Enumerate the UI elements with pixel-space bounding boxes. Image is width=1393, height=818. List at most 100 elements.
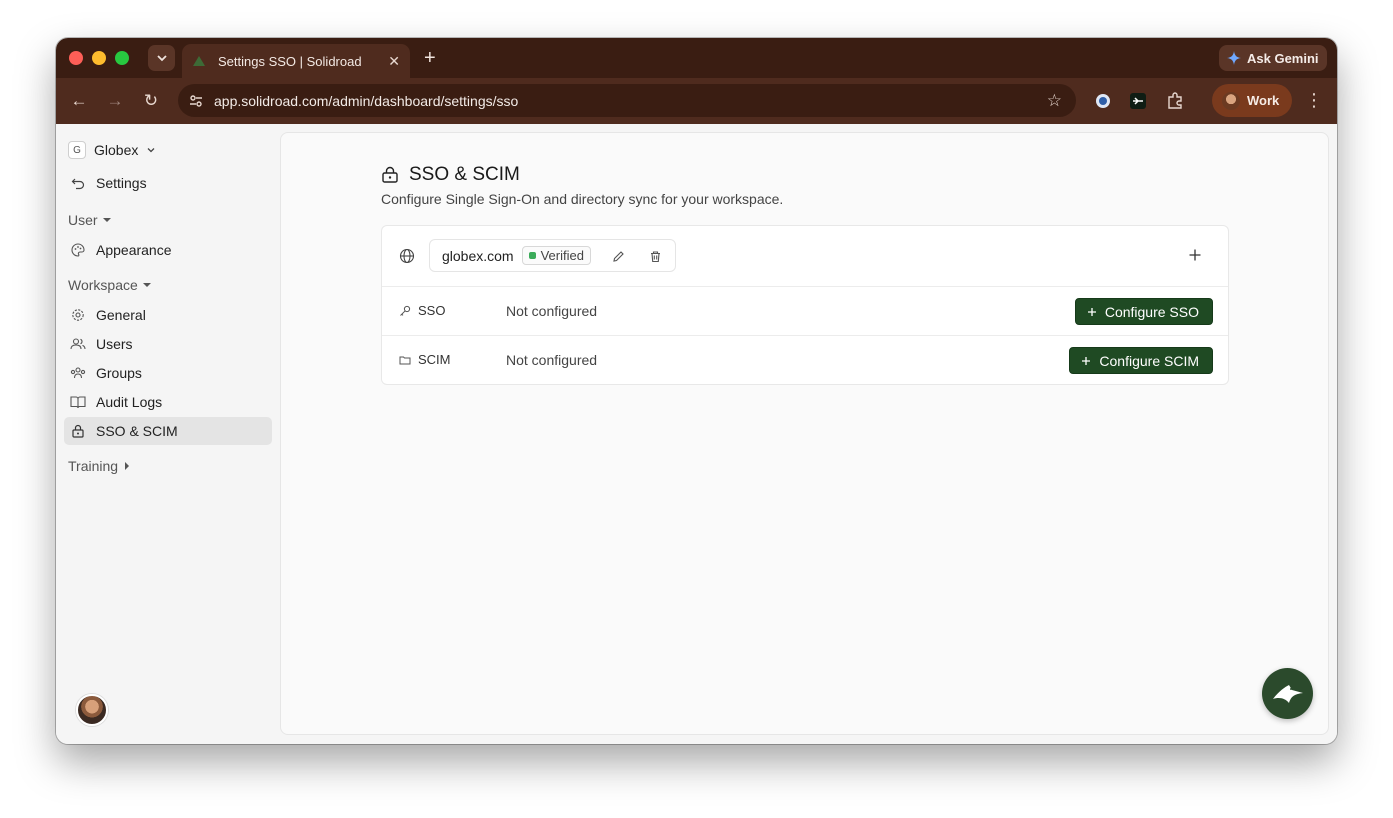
edit-domain-button[interactable] <box>610 248 626 264</box>
sso-label-group: SSO <box>399 303 445 318</box>
add-domain-button[interactable] <box>1188 246 1202 266</box>
scim-row: SCIM Not configured Configure SCIM <box>382 336 1228 385</box>
address-bar[interactable]: app.solidroad.com/admin/dashboard/settin… <box>178 84 1076 117</box>
configure-sso-label: Configure SSO <box>1104 303 1199 320</box>
tab-title: Settings SSO | Solidroad <box>218 53 362 69</box>
sso-status: Not configured <box>506 303 598 319</box>
browser-window: Settings SSO | Solidroad ✕ + Ask Gemini … <box>56 38 1337 744</box>
sidebar-item-appearance[interactable]: Appearance <box>64 236 272 264</box>
workspace-section-label: Workspace <box>68 277 138 293</box>
sso-scim-label: SSO & SCIM <box>96 423 178 439</box>
configure-scim-label: Configure SCIM <box>1099 352 1199 369</box>
profile-button[interactable]: Work <box>1212 84 1292 117</box>
plus-icon <box>1189 249 1201 261</box>
url-text: app.solidroad.com/admin/dashboard/settin… <box>214 92 519 109</box>
trash-icon <box>650 250 660 262</box>
site-settings-icon[interactable] <box>188 93 204 109</box>
workspace-name: Globex <box>94 142 139 158</box>
workspace-badge: G <box>68 141 86 159</box>
globe-icon <box>399 248 415 264</box>
lock-icon <box>70 423 86 439</box>
key-icon <box>400 305 411 316</box>
page-title: SSO & SCIM <box>381 164 520 186</box>
back-label: Settings <box>96 175 147 191</box>
configure-sso-button[interactable]: Configure SSO <box>1074 298 1213 325</box>
delete-domain-button[interactable] <box>647 248 663 264</box>
workspace-switcher[interactable]: G Globex <box>68 141 156 159</box>
reload-icon[interactable]: ↻ <box>141 91 161 111</box>
caret-right-icon <box>125 462 130 470</box>
page-title-text: SSO & SCIM <box>409 164 520 185</box>
domain-chip: globex.com Verified <box>429 239 676 272</box>
tab-search-button[interactable] <box>148 45 175 71</box>
tab-strip: Settings SSO | Solidroad ✕ + Ask Gemini <box>56 38 1337 78</box>
profile-avatar <box>1222 91 1240 110</box>
pencil-icon <box>612 250 624 262</box>
sidebar: G Globex Settings User Appearance Worksp… <box>56 124 280 744</box>
configure-scim-button[interactable]: Configure SCIM <box>1069 347 1213 374</box>
verified-label: Verified <box>540 248 584 263</box>
solidroad-bird-icon <box>1272 684 1303 703</box>
plus-icon <box>1082 356 1091 365</box>
caret-down-icon <box>142 283 151 287</box>
folder-icon <box>399 356 411 364</box>
appearance-label: Appearance <box>96 242 172 258</box>
close-window-button[interactable] <box>69 51 83 65</box>
sidebar-item-audit-logs[interactable]: Audit Logs <box>64 388 272 416</box>
lock-icon <box>382 166 398 183</box>
domain-row: globex.com Verified <box>382 226 1228 287</box>
extension-icon[interactable] <box>1127 90 1149 112</box>
groups-label: Groups <box>96 365 142 381</box>
chevron-down-icon <box>147 148 155 153</box>
sidebar-item-sso-scim[interactable]: SSO & SCIM <box>64 417 272 445</box>
audit-logs-label: Audit Logs <box>96 394 163 410</box>
maximize-window-button[interactable] <box>115 51 129 65</box>
profile-label: Work <box>1247 93 1280 108</box>
main-panel: SSO & SCIM Configure Single Sign-On and … <box>280 132 1329 735</box>
groups-icon <box>70 365 86 381</box>
user-avatar[interactable] <box>76 694 108 726</box>
sso-settings-card: globex.com Verified SSO Not configured C… <box>381 225 1229 385</box>
user-section-label: User <box>68 212 98 228</box>
new-tab-button[interactable]: + <box>424 46 436 70</box>
back-arrow-icon[interactable]: ← <box>69 91 89 111</box>
forward-arrow-icon[interactable]: → <box>105 91 125 111</box>
bookmark-star-icon[interactable]: ☆ <box>1047 91 1062 111</box>
solidroad-favicon-icon <box>193 56 205 66</box>
undo-arrow-icon <box>70 175 86 191</box>
verified-dot-icon <box>528 252 536 259</box>
sso-label: SSO <box>418 303 446 318</box>
sso-row: SSO Not configured Configure SSO <box>382 287 1228 336</box>
users-label: Users <box>96 336 133 352</box>
scim-status: Not configured <box>506 352 598 368</box>
status-badge: Verified <box>521 246 591 265</box>
page-description: Configure Single Sign-On and directory s… <box>381 191 784 207</box>
user-section-toggle[interactable]: User <box>68 212 112 228</box>
sidebar-item-general[interactable]: General <box>64 301 272 329</box>
users-icon <box>70 336 86 352</box>
training-section-label: Training <box>68 458 119 474</box>
palette-icon <box>70 242 86 258</box>
domain-name: globex.com <box>442 247 514 264</box>
scim-label: SCIM <box>418 352 451 367</box>
general-label: General <box>96 307 146 323</box>
browser-toolbar: ← → ↻ app.solidroad.com/admin/dashboard/… <box>56 78 1337 124</box>
sidebar-item-users[interactable]: Users <box>64 330 272 358</box>
browser-tab[interactable]: Settings SSO | Solidroad ✕ <box>182 44 410 78</box>
minimize-window-button[interactable] <box>92 51 106 65</box>
caret-down-icon <box>102 218 111 222</box>
back-to-settings-link[interactable]: Settings <box>64 169 272 197</box>
browser-menu-icon[interactable]: ⋮ <box>1305 90 1323 111</box>
ask-gemini-button[interactable]: Ask Gemini <box>1219 45 1327 71</box>
training-section-toggle[interactable]: Training <box>68 458 132 474</box>
help-chat-button[interactable] <box>1262 668 1313 719</box>
extensions-puzzle-icon[interactable] <box>1164 90 1186 112</box>
close-tab-icon[interactable]: ✕ <box>388 53 400 70</box>
app-area: G Globex Settings User Appearance Worksp… <box>56 124 1337 744</box>
book-icon <box>70 394 86 410</box>
sidebar-item-groups[interactable]: Groups <box>64 359 272 387</box>
password-manager-extension-icon[interactable] <box>1092 90 1114 112</box>
gemini-sparkle-icon <box>1227 51 1241 65</box>
scim-label-group: SCIM <box>399 352 451 367</box>
workspace-section-toggle[interactable]: Workspace <box>68 277 152 293</box>
